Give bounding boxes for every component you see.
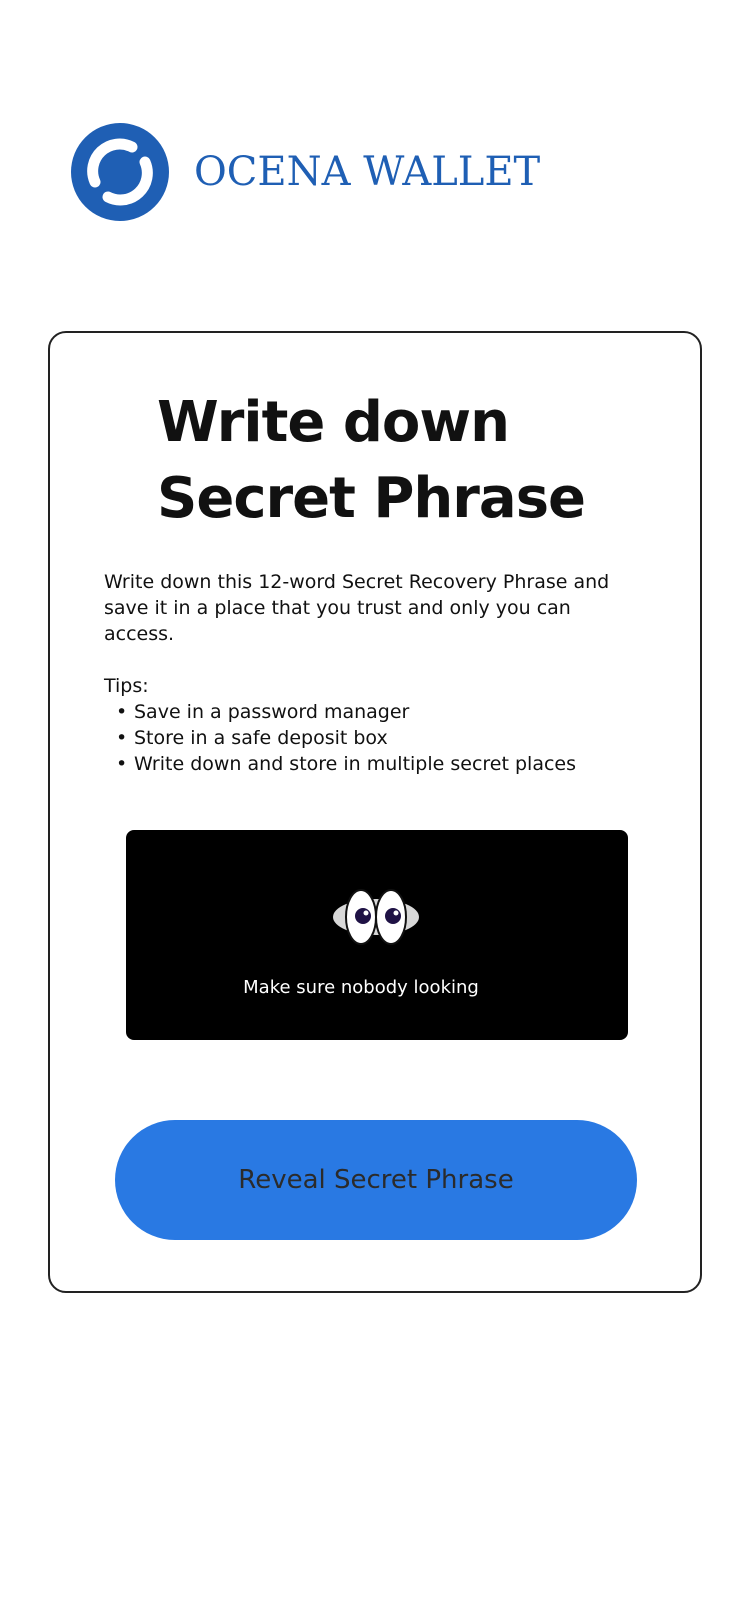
page: OCENA WALLET Write down Secret Phrase Wr…: [0, 0, 750, 1624]
brand-logo: OCENA WALLET: [70, 122, 540, 222]
eyes-icon: [333, 889, 419, 945]
tip-text: Save in a password manager: [134, 701, 410, 723]
brand-name: OCENA WALLET: [194, 149, 541, 195]
tip-item: • Store in a safe deposit box: [116, 727, 388, 749]
reveal-secret-phrase-button[interactable]: Reveal Secret Phrase: [115, 1120, 637, 1240]
title-line-1: Write down: [157, 390, 510, 455]
tip-text: Store in a safe deposit box: [134, 727, 388, 749]
tip-item: • Write down and store in multiple secret…: [116, 753, 577, 775]
tips-heading: Tips:: [104, 675, 149, 697]
ocena-logo-icon: [71, 123, 169, 221]
tip-text: Write down and store in multiple secret …: [134, 753, 577, 775]
page-title: Write down Secret Phrase: [157, 385, 617, 537]
instructions-text: Write down this 12-word Secret Recovery …: [104, 571, 610, 645]
tip-item: • Save in a password manager: [116, 701, 410, 723]
title-line-2: Secret Phrase: [157, 466, 586, 531]
privacy-warning-text: Make sure nobody looking: [243, 977, 479, 998]
secret-phrase-card: Write down Secret Phrase Write down this…: [48, 331, 702, 1293]
tips-list: • Save in a password manager • Store in a …: [104, 699, 576, 777]
privacy-warning-panel[interactable]: Make sure nobody looking: [126, 830, 628, 1040]
